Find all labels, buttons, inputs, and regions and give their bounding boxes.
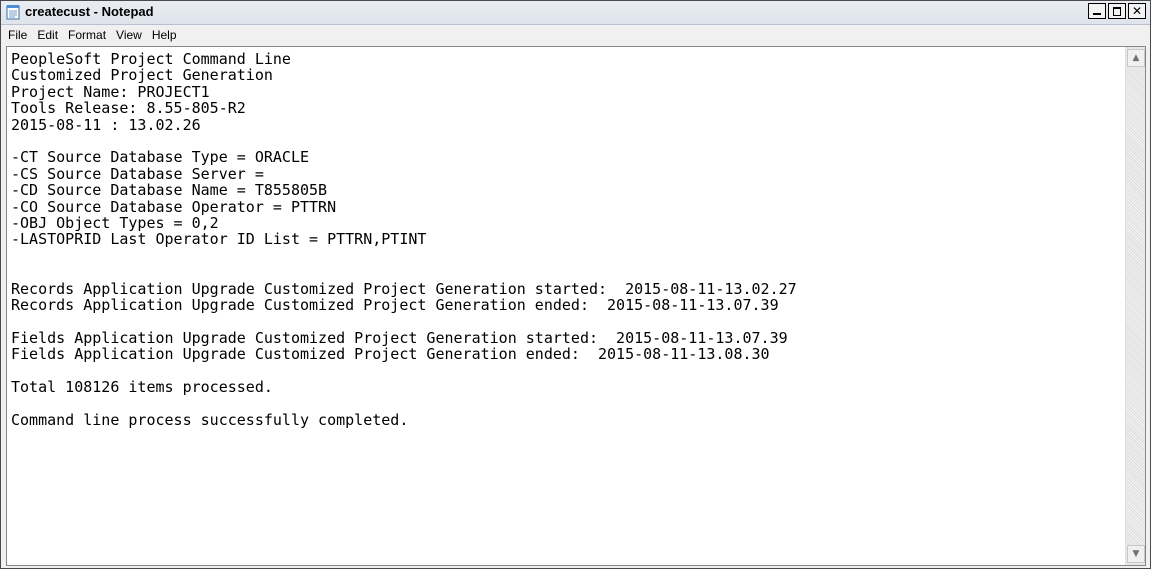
down-arrow-icon: ▼ xyxy=(1132,549,1140,559)
text-line: -CO Source Database Operator = PTTRN xyxy=(11,197,337,216)
notepad-window: createcust - Notepad ✕ File Edit Format … xyxy=(0,0,1151,569)
document-text: PeopleSoft Project Command Line Customiz… xyxy=(7,47,1125,428)
menu-edit[interactable]: Edit xyxy=(32,28,63,42)
notepad-icon xyxy=(6,5,20,20)
caption-buttons: ✕ xyxy=(1088,3,1146,19)
text-line: Records Application Upgrade Customized P… xyxy=(11,279,797,298)
text-line: Fields Application Upgrade Customized Pr… xyxy=(11,345,770,364)
window-title: createcust - Notepad xyxy=(25,4,154,19)
text-line: 2015-08-11 : 13.02.26 xyxy=(11,115,201,134)
maximize-button[interactable] xyxy=(1108,3,1126,19)
text-line: -CD Source Database Name = T855805B xyxy=(11,181,328,200)
text-line: Command line process successfully comple… xyxy=(11,410,409,429)
text-line: -LASTOPRID Last Operator ID List = PTTRN… xyxy=(11,230,427,249)
text-editor[interactable]: PeopleSoft Project Command Line Customiz… xyxy=(7,47,1125,565)
text-line: Records Application Upgrade Customized P… xyxy=(11,296,779,315)
text-line: Project Name: PROJECT1 xyxy=(11,82,210,101)
text-line: Total 108126 items processed. xyxy=(11,378,273,397)
close-icon: ✕ xyxy=(1131,4,1143,18)
menu-help[interactable]: Help xyxy=(147,28,182,42)
menu-bar: File Edit Format View Help xyxy=(1,25,1150,45)
edit-area: PeopleSoft Project Command Line Customiz… xyxy=(6,46,1146,566)
text-line: -CS Source Database Server = xyxy=(11,164,264,183)
text-line: Fields Application Upgrade Customized Pr… xyxy=(11,328,788,347)
minimize-button[interactable] xyxy=(1088,3,1106,19)
menu-view[interactable]: View xyxy=(111,28,147,42)
text-line: Tools Release: 8.55-805-R2 xyxy=(11,99,246,118)
text-line: -CT Source Database Type = ORACLE xyxy=(11,148,310,167)
close-button[interactable]: ✕ xyxy=(1128,3,1146,19)
title-bar[interactable]: createcust - Notepad ✕ xyxy=(1,1,1150,25)
text-line: -OBJ Object Types = 0,2 xyxy=(11,214,219,233)
menu-format[interactable]: Format xyxy=(63,28,111,42)
menu-file[interactable]: File xyxy=(1,28,32,42)
vertical-scrollbar[interactable]: ▲ ▼ xyxy=(1125,47,1145,565)
up-arrow-icon: ▲ xyxy=(1132,53,1140,63)
scroll-down-button[interactable]: ▼ xyxy=(1127,545,1145,563)
scroll-up-button[interactable]: ▲ xyxy=(1127,49,1145,67)
text-line: PeopleSoft Project Command Line xyxy=(11,50,291,68)
text-line: Customized Project Generation xyxy=(11,66,273,85)
